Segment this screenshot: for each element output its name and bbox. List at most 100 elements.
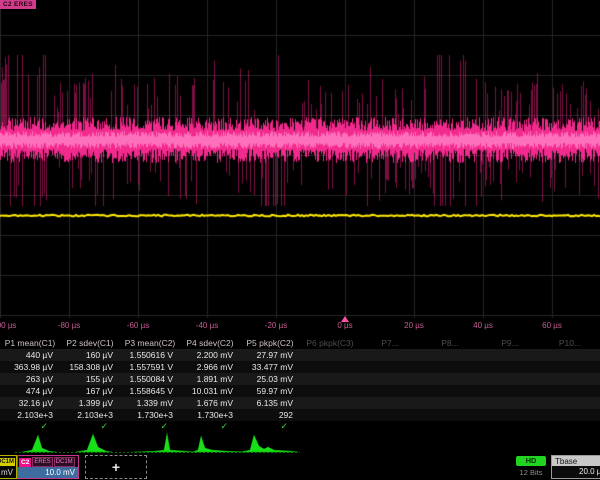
- histicon: [192, 436, 248, 452]
- param-value-cell: [540, 397, 600, 409]
- timebase-label: Tbase: [552, 456, 600, 466]
- param-value-cell: 1.558645 V: [120, 385, 180, 397]
- plus-icon: +: [112, 459, 120, 475]
- oscilloscope-screen: C2 ERES -100 µs -80 µs -60 µs -40 µs -20 µs 0…: [0, 0, 600, 480]
- param-value-cell: [300, 349, 360, 361]
- timebase-descriptor[interactable]: Tbase 20.0 µs: [551, 455, 600, 479]
- param-value-cell: [540, 349, 600, 361]
- time-axis-label: -60 µs: [127, 321, 149, 330]
- param-value-cell: [300, 409, 360, 421]
- param-value-cell: 167 µV: [60, 385, 120, 397]
- param-value-cell: 25.03 mV: [240, 373, 300, 385]
- adc-bits-label: 12 Bits: [511, 468, 551, 477]
- param-header[interactable]: P9...: [480, 337, 540, 349]
- hd-mode-badge[interactable]: HD: [516, 456, 546, 466]
- param-value-cell: 158.308 µV: [60, 361, 120, 373]
- param-value-cell: 263 µV: [0, 373, 60, 385]
- histicon: [240, 435, 298, 452]
- param-value-cell: 1.730e+3: [180, 409, 240, 421]
- time-axis-label: -20 µs: [265, 321, 287, 330]
- param-value-cell: 1.557591 V: [120, 361, 180, 373]
- param-value-cell: 155 µV: [60, 373, 120, 385]
- param-value-cell: 474 µV: [0, 385, 60, 397]
- param-value-cell: [480, 349, 540, 361]
- param-header[interactable]: P2 sdev(C1): [60, 337, 120, 349]
- time-axis-label: -40 µs: [196, 321, 218, 330]
- c2-label-badge: C2: [19, 458, 31, 467]
- c2-vdiv-value: 10.0 mV: [18, 467, 78, 478]
- param-header[interactable]: P8...: [420, 337, 480, 349]
- param-value-cell: 27.97 mV: [240, 349, 300, 361]
- param-value-cell: [540, 361, 600, 373]
- param-header[interactable]: P7...: [360, 337, 420, 349]
- param-value-cell: [420, 385, 480, 397]
- table-row: 363.98 µV158.308 µV1.557591 V2.966 mV33.…: [0, 361, 600, 373]
- table-row: 440 µV160 µV1.550616 V2.200 mV27.97 mV: [0, 349, 600, 361]
- param-value-cell: [360, 373, 420, 385]
- param-header[interactable]: P1 mean(C1): [0, 337, 60, 349]
- channel-descriptor-c1[interactable]: DC1M 0 mV: [0, 455, 17, 479]
- param-header[interactable]: P10...: [540, 337, 600, 349]
- param-header[interactable]: P5 pkpk(C2): [240, 337, 300, 349]
- param-value-cell: [420, 409, 480, 421]
- param-value-cell: 10.031 mV: [180, 385, 240, 397]
- param-value-cell: [360, 409, 420, 421]
- time-axis-label: 60 µs: [542, 321, 562, 330]
- c2-eres-badge: ERES: [32, 457, 52, 467]
- param-value-cell: [540, 373, 600, 385]
- param-value-cell: [540, 409, 600, 421]
- param-value-cell: 363.98 µV: [0, 361, 60, 373]
- param-value-cell: [360, 385, 420, 397]
- param-value-cell: 1.891 mV: [180, 373, 240, 385]
- param-value-cell: 440 µV: [0, 349, 60, 361]
- param-value-cell: 1.730e+3: [120, 409, 180, 421]
- param-value-cell: [540, 385, 600, 397]
- param-value-cell: [480, 361, 540, 373]
- param-value-cell: 1.399 µV: [60, 397, 120, 409]
- measurement-table: P1 mean(C1)P2 sdev(C1)P3 mean(C2)P4 sdev…: [0, 337, 600, 431]
- param-header[interactable]: P6 pkpk(C3): [300, 337, 360, 349]
- table-row: 32.16 µV1.399 µV1.339 mV1.676 mV6.135 mV: [0, 397, 600, 409]
- histicon-strip: [0, 429, 600, 456]
- param-value-cell: 1.339 mV: [120, 397, 180, 409]
- waveform-display: [0, 0, 600, 318]
- table-row: 263 µV155 µV1.550084 V1.891 mV25.03 mV: [0, 373, 600, 385]
- histicon: [134, 433, 196, 452]
- param-value-cell: 2.200 mV: [180, 349, 240, 361]
- trace-annotation-badge: C2 ERES: [0, 0, 36, 9]
- param-value-cell: 2.966 mV: [180, 361, 240, 373]
- param-value-cell: 59.97 mV: [240, 385, 300, 397]
- time-axis-label: 0 µs: [337, 321, 352, 330]
- param-value-cell: [480, 385, 540, 397]
- param-value-cell: [300, 373, 360, 385]
- param-header[interactable]: P3 mean(C2): [120, 337, 180, 349]
- time-axis: -100 µs-80 µs-60 µs-40 µs-20 µs0 µs20 µs…: [0, 318, 600, 335]
- param-value-cell: [420, 349, 480, 361]
- c2-coupling-badge: DC1M: [54, 457, 75, 467]
- param-value-cell: 2.103e+3: [60, 409, 120, 421]
- param-value-cell: 1.550084 V: [120, 373, 180, 385]
- param-value-cell: [360, 397, 420, 409]
- param-value-cell: 292: [240, 409, 300, 421]
- param-value-cell: [360, 361, 420, 373]
- param-value-cell: 1.550616 V: [120, 349, 180, 361]
- histicon: [76, 434, 112, 452]
- table-row: P1 mean(C1)P2 sdev(C1)P3 mean(C2)P4 sdev…: [0, 337, 600, 349]
- param-header[interactable]: P4 sdev(C2): [180, 337, 240, 349]
- channel-descriptor-c2[interactable]: C2 ERES DC1M 10.0 mV: [17, 455, 79, 479]
- param-value-cell: [420, 361, 480, 373]
- param-value-cell: [420, 397, 480, 409]
- histicon: [22, 435, 56, 452]
- param-value-cell: 2.103e+3: [0, 409, 60, 421]
- param-value-cell: [360, 349, 420, 361]
- time-axis-label: -100 µs: [0, 321, 16, 330]
- param-value-cell: [480, 373, 540, 385]
- table-row: 2.103e+32.103e+31.730e+31.730e+3292: [0, 409, 600, 421]
- time-axis-label: -80 µs: [58, 321, 80, 330]
- c1-coupling-badge: DC1M: [0, 458, 15, 466]
- time-axis-label: 40 µs: [473, 321, 493, 330]
- param-value-cell: [300, 385, 360, 397]
- param-value-cell: 33.477 mV: [240, 361, 300, 373]
- add-trace-button[interactable]: +: [85, 455, 147, 479]
- param-value-cell: 6.135 mV: [240, 397, 300, 409]
